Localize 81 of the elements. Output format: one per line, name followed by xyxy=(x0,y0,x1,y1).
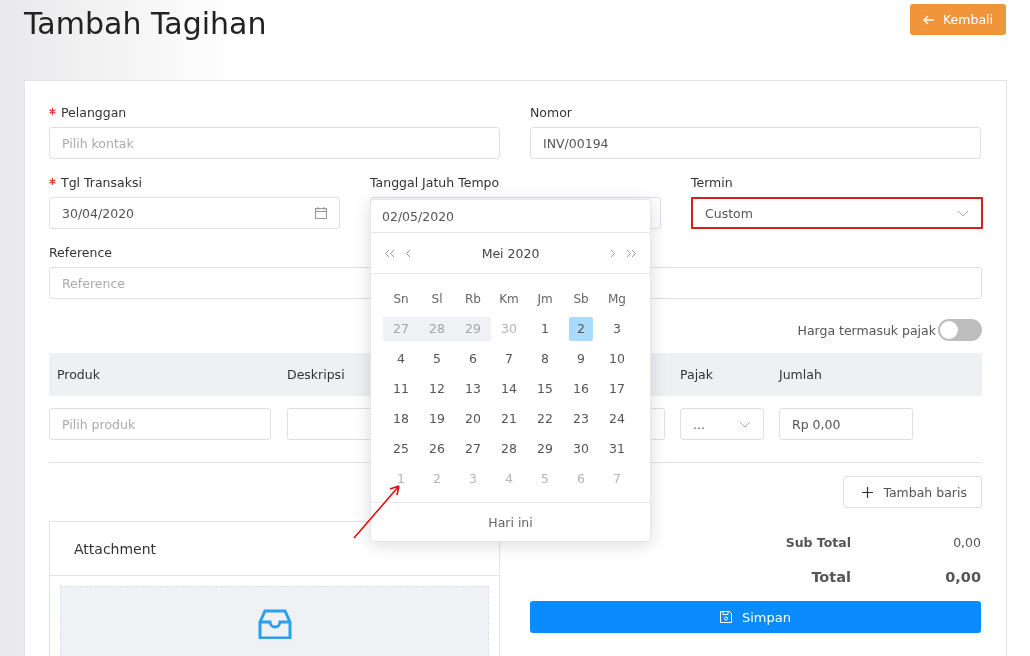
total-value: 0,00 xyxy=(952,534,981,550)
calendar-day[interactable]: 14 xyxy=(497,377,521,401)
total-value: 0,00 xyxy=(944,569,981,585)
transaction-date-field[interactable]: 30/04/2020 xyxy=(49,197,340,229)
attachment-title: Attachment xyxy=(74,540,157,557)
calendar-day[interactable]: 10 xyxy=(605,347,629,371)
calendar-day[interactable]: 6 xyxy=(461,347,485,371)
calendar-day[interactable]: 21 xyxy=(497,407,521,431)
chevron-down-icon xyxy=(739,420,751,428)
double-chevron-right-icon xyxy=(626,248,637,258)
column-header: Pajak xyxy=(680,367,714,382)
weekday-label: Mg xyxy=(607,291,627,308)
field-label: Nomor xyxy=(530,105,572,121)
field-label: Pelanggan xyxy=(61,105,127,121)
page-title: Tambah Tagihan xyxy=(24,5,267,43)
plus-icon xyxy=(862,486,874,498)
calendar-day[interactable]: 4 xyxy=(389,347,413,371)
calendar-day[interactable]: 28 xyxy=(497,437,521,461)
column-header: Produk xyxy=(56,367,101,382)
field-label: Tanggal Jatuh Tempo xyxy=(370,175,500,191)
double-chevron-left-icon xyxy=(384,248,395,258)
calendar-day[interactable]: 16 xyxy=(569,377,593,401)
calendar-day[interactable]: 22 xyxy=(533,407,557,431)
tax-select[interactable]: ... xyxy=(680,408,764,440)
calendar-day[interactable]: 23 xyxy=(569,407,593,431)
asterisk-icon xyxy=(49,107,56,115)
arrow-left-icon xyxy=(923,14,935,25)
today-button[interactable]: Hari ini xyxy=(482,513,539,531)
field-label: Termin xyxy=(691,175,733,191)
calendar-day[interactable]: 17 xyxy=(605,377,629,401)
number-field[interactable]: INV/00194 xyxy=(530,127,981,159)
calendar-day[interactable]: 1 xyxy=(533,317,557,341)
calendar-day[interactable]: 9 xyxy=(569,347,593,371)
tax-toggle[interactable] xyxy=(938,319,982,341)
calendar-day[interactable]: 31 xyxy=(605,437,629,461)
calendar-day[interactable]: 12 xyxy=(425,377,449,401)
calendar-day[interactable]: 26 xyxy=(425,437,449,461)
calendar-day[interactable]: 3 xyxy=(605,317,629,341)
calendar-day[interactable]: 24 xyxy=(605,407,629,431)
calendar-day[interactable]: 29 xyxy=(533,437,557,461)
calendar-day[interactable]: 18 xyxy=(389,407,413,431)
calendar-day[interactable]: 15 xyxy=(533,377,557,401)
weekday-label: Km xyxy=(498,291,520,308)
calendar-day[interactable]: 11 xyxy=(389,377,413,401)
field-label: Tgl Transaksi xyxy=(61,175,142,191)
month-label[interactable]: Mei 2020 xyxy=(481,245,540,261)
column-header: Deskripsi xyxy=(287,367,346,382)
weekday-label: Sl xyxy=(430,291,444,308)
calendar-day[interactable]: 5 xyxy=(425,347,449,371)
weekday-label: Jm xyxy=(536,291,554,308)
product-field[interactable]: Pilih produk xyxy=(49,408,271,440)
calendar-day[interactable]: 8 xyxy=(533,347,557,371)
calendar-day[interactable]: 25 xyxy=(389,437,413,461)
total-label: Total xyxy=(810,569,851,585)
toggle-label: Harga termasuk pajak xyxy=(797,322,936,338)
amount-field[interactable]: Rp 0,00 xyxy=(779,408,913,440)
calendar-day[interactable]: 27 xyxy=(461,437,485,461)
total-label: Sub Total xyxy=(784,534,851,550)
field-label: Reference xyxy=(49,245,112,261)
date-input-value[interactable]: 02/05/2020 xyxy=(382,208,455,224)
calendar-icon xyxy=(315,207,327,219)
column-header: Jumlah xyxy=(779,367,823,382)
customer-field[interactable]: Pilih kontak xyxy=(49,127,500,159)
inbox-icon xyxy=(257,609,292,639)
chevron-down-icon xyxy=(957,209,969,217)
calendar-day[interactable]: 19 xyxy=(425,407,449,431)
asterisk-icon xyxy=(49,177,56,185)
calendar-day[interactable]: 2 xyxy=(569,317,593,341)
term-select[interactable]: Custom xyxy=(691,197,983,229)
add-row-button[interactable]: Tambah baris xyxy=(843,476,982,508)
weekday-label: Rb xyxy=(464,291,482,308)
annotation-arrow xyxy=(352,484,402,540)
calendar-day[interactable]: 20 xyxy=(461,407,485,431)
floppy-disk-icon xyxy=(720,611,732,623)
calendar-day[interactable]: 30 xyxy=(569,437,593,461)
calendar-day[interactable]: 7 xyxy=(497,347,521,371)
weekday-label: Sn xyxy=(392,291,410,308)
weekday-label: Sb xyxy=(572,291,590,308)
chevron-left-icon xyxy=(405,248,411,258)
calendar-day[interactable]: 13 xyxy=(461,377,485,401)
chevron-right-icon xyxy=(610,248,616,258)
